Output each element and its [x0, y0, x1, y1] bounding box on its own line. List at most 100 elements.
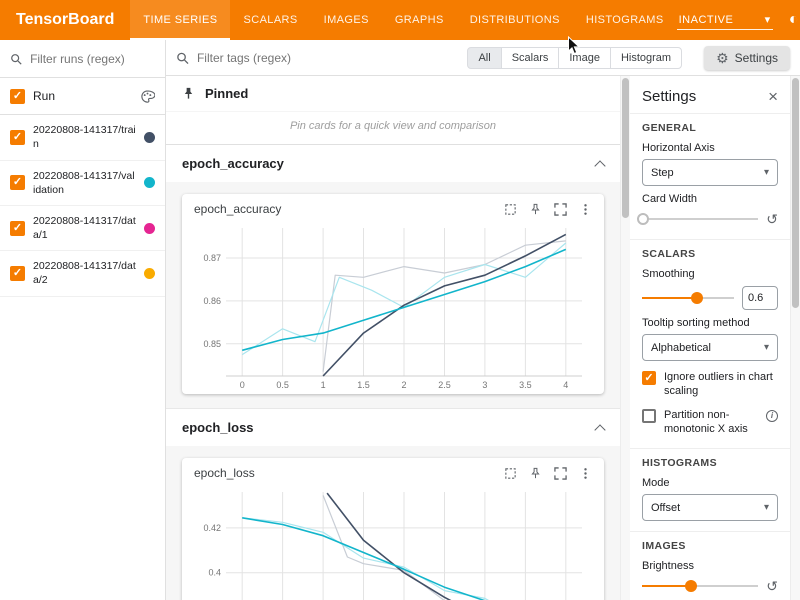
section-heading: HISTOGRAMS — [642, 457, 778, 469]
pinned-section-header: Pinned — [166, 76, 620, 112]
fullscreen-icon[interactable] — [554, 203, 567, 216]
partition-x-axis-checkbox[interactable]: Partition non-monotonic X axis i — [642, 408, 778, 437]
smoothing-value-input[interactable] — [742, 286, 778, 310]
fit-to-data-icon[interactable] — [504, 203, 517, 216]
settings-section-histograms: HISTOGRAMS Mode Offset ▾ — [630, 448, 790, 531]
runs-filter — [0, 40, 165, 78]
main-scrollbar[interactable] — [620, 76, 630, 600]
more-options-icon[interactable] — [579, 203, 592, 216]
fullscreen-icon[interactable] — [554, 467, 567, 480]
main-nav: TIME SERIES SCALARS IMAGES GRAPHS DISTRI… — [130, 0, 676, 40]
tab-time-series[interactable]: TIME SERIES — [130, 0, 230, 40]
fit-to-data-icon[interactable] — [504, 467, 517, 480]
search-icon — [176, 51, 189, 65]
svg-text:0: 0 — [240, 380, 245, 390]
card-title: epoch_accuracy — [194, 202, 504, 216]
epoch-loss-chart[interactable]: 00.511.522.533.540.360.380.40.42 — [188, 484, 598, 600]
pin-card-icon[interactable] — [529, 467, 542, 480]
run-color-swatch[interactable] — [144, 177, 155, 188]
palette-icon[interactable] — [140, 89, 155, 104]
reset-brightness-icon[interactable]: ↺ — [766, 579, 778, 593]
svg-text:0.42: 0.42 — [203, 523, 221, 533]
tab-distributions[interactable]: DISTRIBUTIONS — [457, 0, 573, 40]
reload-status-select[interactable]: INACTIVE ▾ — [677, 10, 773, 30]
more-options-icon[interactable] — [579, 467, 592, 480]
smoothing-label: Smoothing — [642, 268, 778, 280]
epoch-accuracy-chart[interactable]: 00.511.522.533.540.850.860.87 — [188, 220, 598, 392]
tab-graphs[interactable]: GRAPHS — [382, 0, 457, 40]
section-header-epoch-accuracy[interactable]: epoch_accuracy — [166, 145, 620, 182]
tag-type-filter-group: All Scalars Image Histogram — [467, 47, 682, 69]
slider-thumb[interactable] — [637, 213, 649, 225]
scalar-card-epoch-accuracy: epoch_accuracy 00.511.522.533.540.850.86… — [182, 194, 604, 394]
tab-images[interactable]: IMAGES — [311, 0, 382, 40]
histogram-mode-select[interactable]: Offset ▾ — [642, 494, 778, 521]
close-settings-icon[interactable]: × — [768, 88, 778, 105]
svg-text:4: 4 — [563, 380, 568, 390]
run-row-validation[interactable]: ✓ 20220808-141317/validation — [0, 161, 165, 206]
run-color-swatch[interactable] — [144, 132, 155, 143]
scrollbar-thumb[interactable] — [792, 78, 799, 308]
chip-all[interactable]: All — [467, 47, 501, 69]
checkbox-checked[interactable]: ✓ — [642, 371, 656, 385]
section-body-epoch-accuracy: epoch_accuracy 00.511.522.533.540.850.86… — [166, 182, 620, 409]
svg-text:0.5: 0.5 — [276, 380, 289, 390]
scrollbar-thumb[interactable] — [622, 78, 629, 218]
run-color-swatch[interactable] — [144, 268, 155, 279]
brightness-label: Brightness — [642, 560, 778, 572]
settings-button[interactable]: ⚙ Settings — [704, 46, 790, 70]
run-checkbox[interactable]: ✓ — [10, 130, 25, 145]
runs-filter-input[interactable] — [30, 52, 155, 66]
run-name: 20220808-141317/data/1 — [33, 214, 136, 242]
pinned-empty-text: Pin cards for a quick view and compariso… — [166, 112, 620, 145]
caret-down-icon: ▾ — [764, 342, 769, 353]
histogram-mode-label: Mode — [642, 477, 778, 489]
tags-filter-input[interactable] — [197, 51, 459, 65]
settings-button-label: Settings — [735, 51, 778, 65]
chip-histogram[interactable]: Histogram — [610, 47, 682, 69]
settings-panel-header: Settings × — [630, 76, 790, 113]
tensorboard-app: TensorBoard TIME SERIES SCALARS IMAGES G… — [0, 0, 800, 600]
card-actions — [504, 203, 592, 216]
theme-toggle-icon[interactable]: ◐ — [785, 11, 800, 29]
section-header-epoch-loss[interactable]: epoch_loss — [166, 409, 620, 446]
settings-section-scalars: SCALARS Smoothing Tooltip sorting method… — [630, 239, 790, 448]
run-row-train[interactable]: ✓ 20220808-141317/train — [0, 115, 165, 160]
tab-histograms[interactable]: HISTOGRAMS — [573, 0, 677, 40]
tab-scalars[interactable]: SCALARS — [230, 0, 310, 40]
chip-image[interactable]: Image — [558, 47, 611, 69]
reset-card-width-icon[interactable]: ↺ — [766, 212, 778, 226]
chip-scalars[interactable]: Scalars — [501, 47, 560, 69]
smoothing-slider[interactable] — [642, 290, 734, 306]
select-all-runs-checkbox[interactable]: ✓ — [10, 89, 25, 104]
check-icon: ✓ — [13, 132, 22, 143]
card-width-slider[interactable] — [642, 211, 758, 227]
svg-text:3.5: 3.5 — [519, 380, 532, 390]
slider-thumb[interactable] — [691, 292, 703, 304]
settings-scrollbar[interactable] — [790, 76, 800, 600]
content-column: All Scalars Image Histogram ⚙ Settings P… — [166, 40, 800, 600]
run-color-swatch[interactable] — [144, 223, 155, 234]
chevron-up-icon[interactable] — [594, 160, 605, 171]
settings-section-images: IMAGES Brightness ↺ Contrast — [630, 531, 790, 600]
tooltip-sorting-select[interactable]: Alphabetical ▾ — [642, 334, 778, 361]
chevron-up-icon[interactable] — [594, 424, 605, 435]
checkbox-unchecked[interactable] — [642, 409, 656, 423]
settings-panel-title: Settings — [642, 88, 696, 105]
pin-card-icon[interactable] — [529, 203, 542, 216]
run-checkbox[interactable]: ✓ — [10, 266, 25, 281]
brightness-slider[interactable] — [642, 578, 758, 594]
svg-text:2.5: 2.5 — [438, 380, 451, 390]
run-row-data-1[interactable]: ✓ 20220808-141317/data/1 — [0, 206, 165, 251]
run-row-data-2[interactable]: ✓ 20220808-141317/data/2 — [0, 251, 165, 296]
scalar-card-epoch-loss: epoch_loss 00.511.522.533.540.360.380.40… — [182, 458, 604, 600]
pinned-title: Pinned — [205, 86, 248, 101]
info-icon[interactable]: i — [766, 410, 778, 422]
horizontal-axis-select[interactable]: Step ▾ — [642, 159, 778, 186]
tooltip-sorting-value: Alphabetical — [651, 342, 711, 354]
run-checkbox[interactable]: ✓ — [10, 221, 25, 236]
run-checkbox[interactable]: ✓ — [10, 175, 25, 190]
ignore-outliers-checkbox[interactable]: ✓ Ignore outliers in chart scaling — [642, 370, 778, 399]
runs-header-row: ✓ Run — [0, 78, 165, 115]
slider-thumb[interactable] — [685, 580, 697, 592]
